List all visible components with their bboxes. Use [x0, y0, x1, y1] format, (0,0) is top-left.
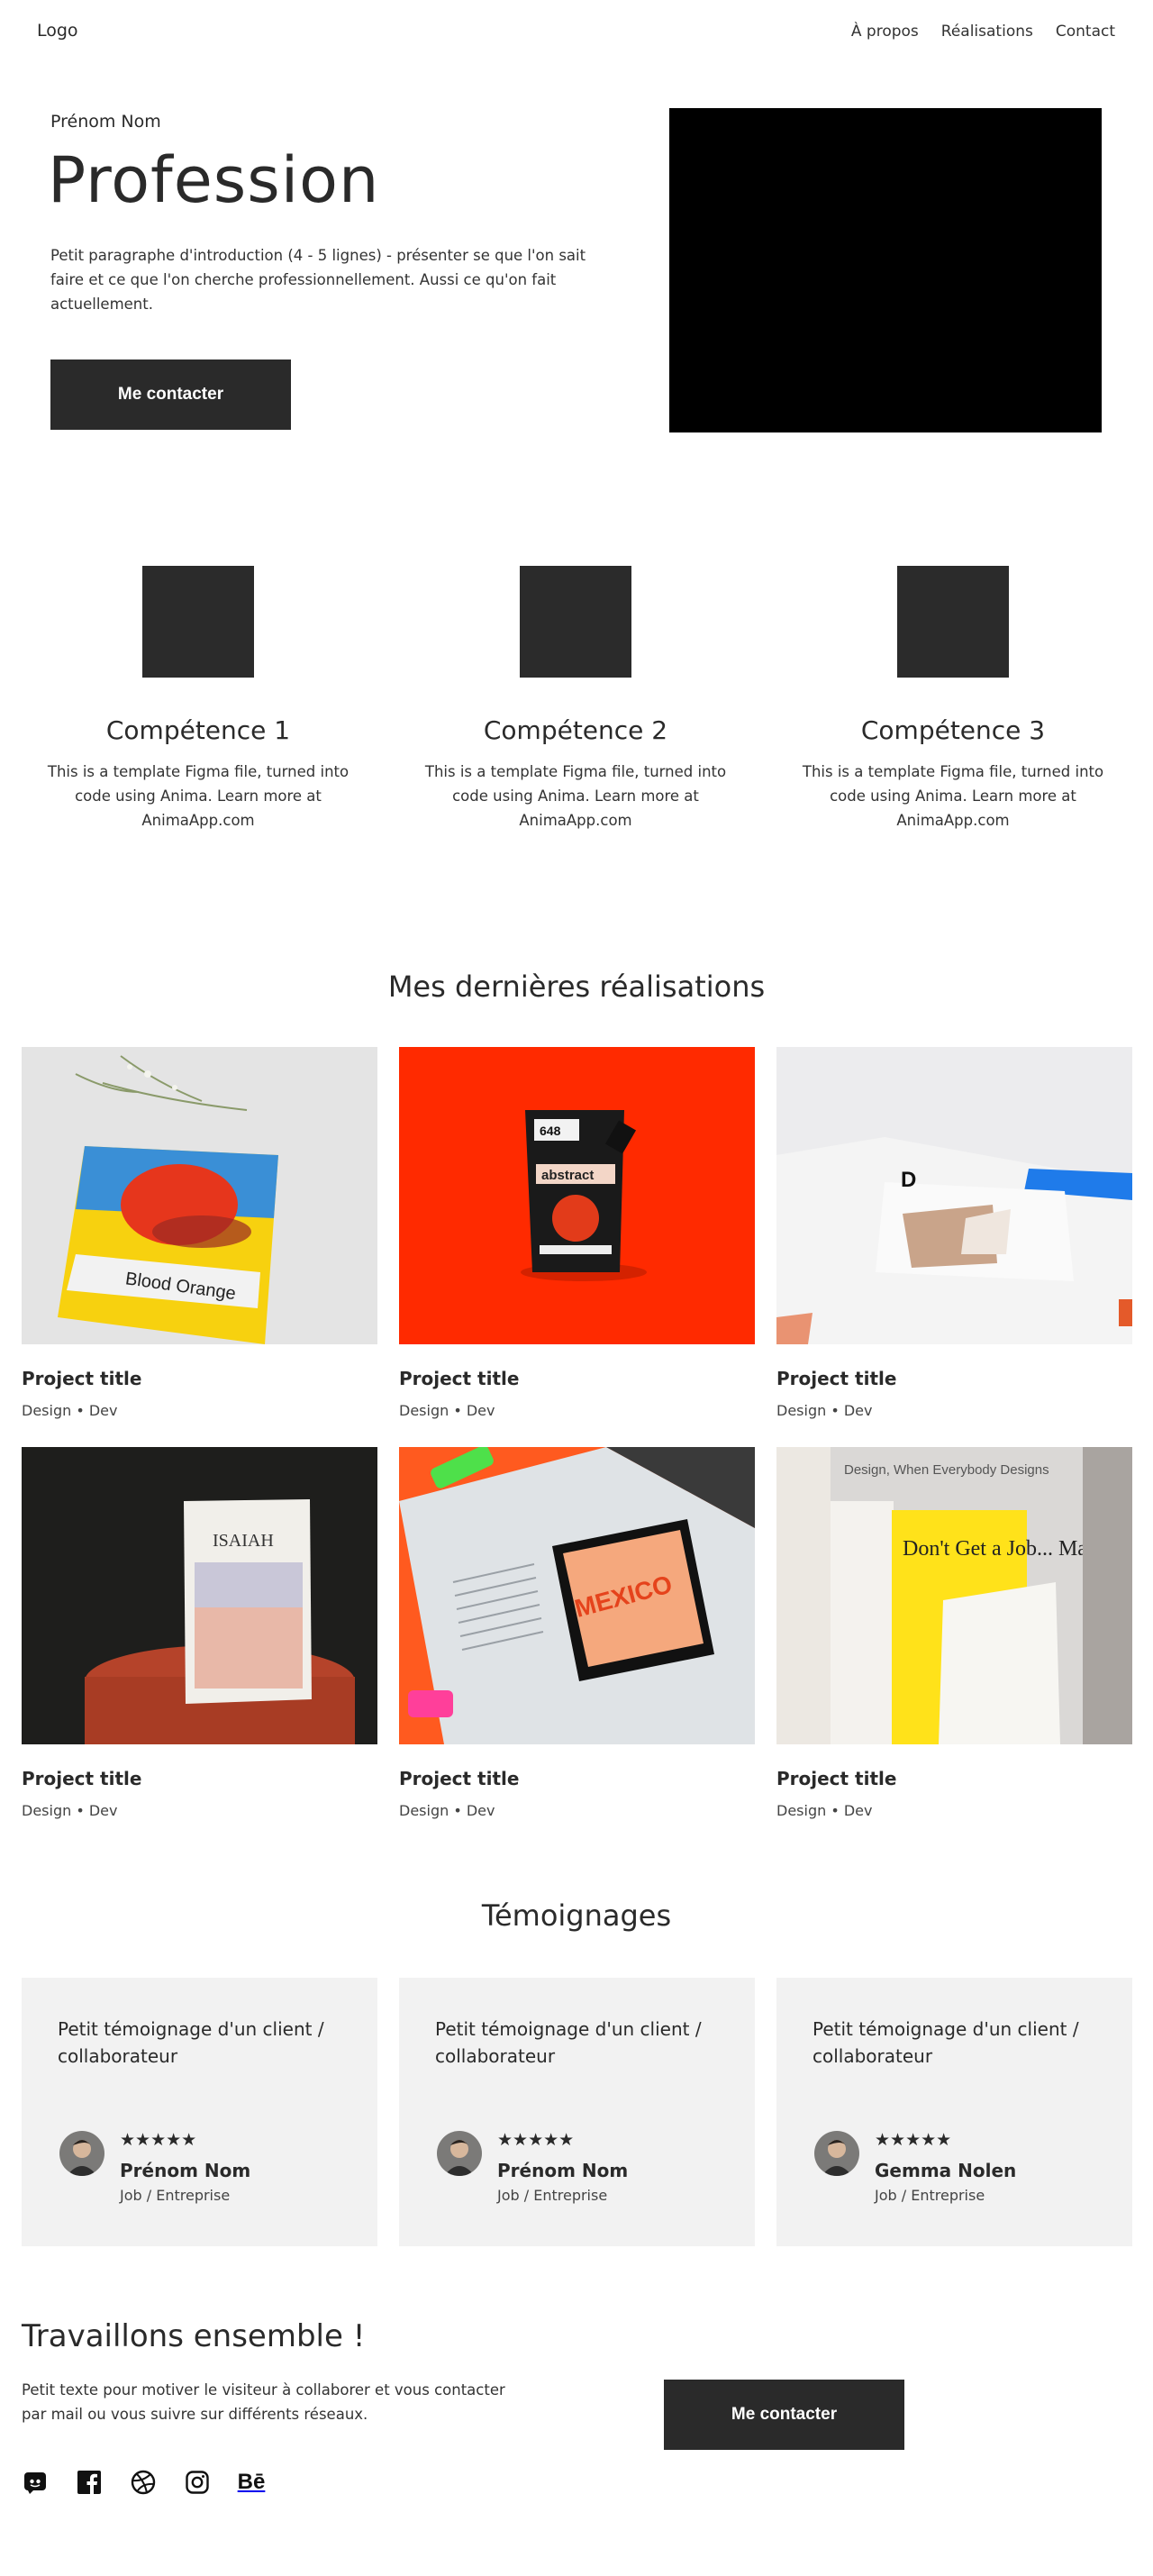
- skill-icon: [897, 566, 1009, 678]
- skill-desc: This is a template Figma file, turned in…: [47, 763, 350, 829]
- contact-title: Travaillons ensemble !: [22, 2318, 366, 2354]
- project-card[interactable]: D Project title Design • Dev: [776, 1047, 1132, 1419]
- project-thumbnail[interactable]: ISAIAH: [22, 1447, 377, 1744]
- nav-link-contact[interactable]: Contact: [1056, 23, 1115, 41]
- project-card[interactable]: 648 abstract Project title Design • Dev: [399, 1047, 755, 1419]
- dribbble-icon[interactable]: [130, 2469, 157, 2496]
- skill-icon: [142, 566, 254, 678]
- projects-section-title: Mes dernières réalisations: [387, 969, 766, 1004]
- contact-text: Petit texte pour motiver le visiteur à c…: [22, 2381, 505, 2423]
- testimonial-name: Prénom Nom: [497, 2160, 629, 2181]
- testimonial-card: Petit témoignage d'un client / collabora…: [776, 1978, 1132, 2246]
- svg-text:648: 648: [540, 1124, 561, 1138]
- project-image-text: D: [901, 1168, 916, 1192]
- hero-image: [669, 108, 1102, 432]
- nav-link-a-propos[interactable]: À propos: [851, 23, 919, 41]
- rating-stars: ★★★★★: [875, 2130, 952, 2150]
- skill-title: Compétence 1: [105, 715, 291, 745]
- testimonial-author: ★★★★★ Prénom Nom Job / Entreprise: [59, 2131, 250, 2204]
- testimonial-quote: Petit témoignage d'un client / collabora…: [813, 2018, 1079, 2067]
- testimonials-section-title: Témoignages: [481, 1898, 672, 1933]
- project-image: ISAIAH: [22, 1447, 377, 1744]
- project-card[interactable]: MEXICO Project title Design • Dev: [399, 1447, 755, 1819]
- skill-card: Compétence 2 This is a template Figma fi…: [413, 566, 738, 833]
- testimonial-card: Petit témoignage d'un client / collabora…: [399, 1978, 755, 2246]
- skill-desc: This is a template Figma file, turned in…: [802, 763, 1104, 829]
- hero-intro: Petit paragraphe d'introduction (4 - 5 l…: [50, 247, 586, 313]
- rating-stars: ★★★★★: [497, 2130, 575, 2150]
- project-thumbnail[interactable]: 648 abstract: [399, 1047, 755, 1344]
- project-card[interactable]: Blood Orange Project title Design • Dev: [22, 1047, 377, 1419]
- project-image: 648 abstract: [399, 1047, 755, 1344]
- avatar: [814, 2131, 859, 2176]
- contact-button[interactable]: Me contacter: [664, 2380, 904, 2450]
- discord-icon[interactable]: [22, 2469, 49, 2496]
- testimonial-author: ★★★★★ Prénom Nom Job / Entreprise: [437, 2131, 628, 2204]
- project-image: Don't Get a Job... Make a Job Design, Wh…: [776, 1447, 1132, 1744]
- project-title[interactable]: Project title: [399, 1768, 755, 1789]
- project-title[interactable]: Project title: [22, 1768, 377, 1789]
- project-image: MEXICO: [399, 1447, 755, 1744]
- testimonial-card: Petit témoignage d'un client / collabora…: [22, 1978, 377, 2246]
- project-card[interactable]: ISAIAH Project title Design • Dev: [22, 1447, 377, 1819]
- facebook-icon[interactable]: [76, 2469, 103, 2496]
- project-tags: Design • Dev: [22, 1802, 118, 1819]
- avatar: [59, 2131, 104, 2176]
- project-image: Blood Orange: [22, 1047, 377, 1344]
- testimonial-quote: Petit témoignage d'un client / collabora…: [58, 2018, 324, 2067]
- main-nav: À propos Réalisations Contact: [851, 23, 1115, 41]
- hero-name: Prénom Nom: [50, 112, 161, 132]
- skill-desc: This is a template Figma file, turned in…: [424, 763, 727, 829]
- project-image-text: abstract: [541, 1168, 594, 1183]
- project-tags: Design • Dev: [776, 1402, 873, 1419]
- skill-card: Compétence 1 This is a template Figma fi…: [36, 566, 360, 833]
- project-tags: Design • Dev: [776, 1802, 873, 1819]
- project-thumbnail[interactable]: D: [776, 1047, 1132, 1344]
- testimonial-quote: Petit témoignage d'un client / collabora…: [435, 2018, 702, 2067]
- project-title[interactable]: Project title: [776, 1368, 1132, 1389]
- skill-card: Compétence 3 This is a template Figma fi…: [791, 566, 1115, 833]
- testimonial-job: Job / Entreprise: [497, 2187, 608, 2204]
- project-thumbnail[interactable]: Blood Orange: [22, 1047, 377, 1344]
- hero-title: Profession: [48, 143, 380, 217]
- logo[interactable]: Logo: [37, 21, 78, 41]
- testimonial-name: Prénom Nom: [120, 2160, 251, 2181]
- testimonial-job: Job / Entreprise: [875, 2187, 985, 2204]
- project-card[interactable]: Don't Get a Job... Make a Job Design, Wh…: [776, 1447, 1132, 1819]
- skill-title: Compétence 3: [860, 715, 1046, 745]
- project-image: D: [776, 1047, 1132, 1344]
- project-thumbnail[interactable]: MEXICO: [399, 1447, 755, 1744]
- project-tags: Design • Dev: [399, 1802, 495, 1819]
- testimonial-job: Job / Entreprise: [120, 2187, 231, 2204]
- project-title[interactable]: Project title: [776, 1768, 1132, 1789]
- project-title[interactable]: Project title: [399, 1368, 755, 1389]
- project-title[interactable]: Project title: [22, 1368, 377, 1389]
- skill-icon: [520, 566, 631, 678]
- svg-text:Design, When Everybody Designs: Design, When Everybody Designs: [844, 1462, 1049, 1478]
- skill-title: Compétence 2: [483, 715, 668, 745]
- project-thumbnail[interactable]: Don't Get a Job... Make a Job Design, Wh…: [776, 1447, 1132, 1744]
- testimonial-name: Gemma Nolen: [875, 2160, 1017, 2181]
- instagram-icon[interactable]: [184, 2469, 211, 2496]
- social-links: Bē: [22, 2469, 265, 2496]
- project-tags: Design • Dev: [399, 1402, 495, 1419]
- avatar: [437, 2131, 482, 2176]
- testimonial-author: ★★★★★ Gemma Nolen Job / Entreprise: [814, 2131, 1016, 2204]
- nav-link-realisations[interactable]: Réalisations: [941, 23, 1033, 41]
- hero-contact-button[interactable]: Me contacter: [50, 360, 291, 430]
- project-tags: Design • Dev: [22, 1402, 118, 1419]
- rating-stars: ★★★★★: [120, 2130, 197, 2150]
- behance-icon[interactable]: Bē: [237, 2469, 266, 2496]
- project-image-text: ISAIAH: [213, 1531, 274, 1551]
- behance-label: Bē: [237, 2470, 266, 2494]
